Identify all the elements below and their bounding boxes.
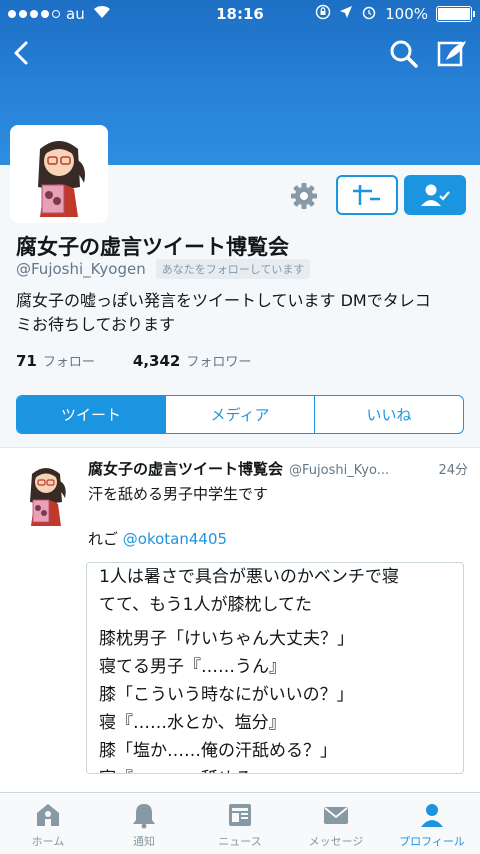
fujoshi-character-illustration bbox=[30, 468, 66, 526]
nav-messages[interactable]: メッセージ bbox=[288, 793, 384, 854]
followers-count-value: 4,342 bbox=[132, 352, 181, 370]
quote-line: 膝「こういう時なにがいいの？」 bbox=[99, 685, 354, 705]
bell-icon bbox=[133, 804, 155, 829]
followers-count-label: フォロワー bbox=[186, 355, 252, 370]
nav-notifications[interactable]: 通知 bbox=[96, 793, 192, 854]
search-icon bbox=[390, 40, 418, 68]
quote-line: 寝『…………舐める』 bbox=[99, 765, 451, 773]
bio-line: 腐女子の嘘っぽい発言をツイートしています DMでタレコ bbox=[16, 291, 431, 310]
search-button[interactable] bbox=[384, 36, 424, 72]
tweet-avatar[interactable] bbox=[18, 460, 74, 528]
tweet-item[interactable]: 腐女子の虚言ツイート博覧会 @Fujoshi_Kyo... 24分 汗を舐める男… bbox=[0, 447, 480, 792]
following-count[interactable]: 71 フォロー bbox=[16, 351, 95, 370]
mention-link[interactable]: @okotan4405 bbox=[123, 530, 227, 548]
status-bar: au 18:16 100% bbox=[0, 0, 480, 28]
profile-handle: @Fujoshi_Kyogen bbox=[16, 260, 146, 278]
quote-line: 膝「塩か……俺の汗舐める？」 bbox=[99, 741, 337, 761]
tab-media[interactable]: メディア bbox=[166, 396, 315, 433]
following-button[interactable] bbox=[404, 175, 466, 215]
fujoshi-character-illustration bbox=[38, 141, 85, 217]
quote-line: 1人は暑さで具合が悪いのかベンチで寝 bbox=[99, 567, 399, 587]
tweet-credit: れご @okotan4405 bbox=[88, 528, 227, 549]
tweet-text: 汗を舐める男子中学生です bbox=[88, 485, 269, 503]
nav-label: ニュース bbox=[218, 835, 262, 848]
nav-label: プロフィール bbox=[399, 835, 465, 848]
profile-tabs: ツイート メディア いいね bbox=[16, 395, 464, 434]
status-time: 18:16 bbox=[216, 5, 264, 23]
battery-icon bbox=[436, 6, 475, 22]
follows-you-badge: あなたをフォローしています bbox=[155, 259, 311, 279]
back-button[interactable] bbox=[6, 36, 40, 70]
nav-home[interactable]: ホーム bbox=[0, 793, 96, 854]
tweet-timestamp: 24分 bbox=[438, 463, 468, 478]
battery-level-fill bbox=[438, 8, 470, 20]
tweet-image-attachment[interactable]: 1人は暑さで具合が悪いのかベンチで寝 てて、もう1人が膝枕してた 膝枕男子「けい… bbox=[86, 562, 464, 774]
credit-prefix: れご bbox=[88, 530, 123, 548]
bottom-tab-bar: ホーム 通知 ニュース メッセージ プロフィール bbox=[0, 792, 480, 854]
settings-button[interactable] bbox=[288, 180, 320, 212]
tab-tweets[interactable]: ツイート bbox=[17, 396, 166, 433]
tweet-author-handle: @Fujoshi_Kyo... bbox=[289, 463, 390, 478]
nav-label: 通知 bbox=[133, 835, 155, 848]
person-check-icon bbox=[421, 184, 450, 206]
followers-count[interactable]: 4,342 フォロワー bbox=[133, 351, 251, 370]
compose-icon bbox=[437, 41, 466, 67]
bio-line: ミお待ちしております bbox=[16, 315, 176, 334]
nav-label: メッセージ bbox=[308, 835, 364, 848]
person-icon bbox=[421, 804, 443, 827]
mail-icon bbox=[324, 807, 348, 824]
gear-icon bbox=[291, 183, 317, 209]
tweet-author-name[interactable]: 腐女子の虚言ツイート博覧会 bbox=[88, 458, 283, 479]
quote-line: 寝『……水とか、塩分』 bbox=[99, 713, 286, 733]
news-icon bbox=[229, 804, 251, 826]
quote-line: てて、もう1人が膝枕してた bbox=[99, 595, 312, 615]
add-to-list-icon bbox=[353, 185, 380, 205]
following-count-label: フォロー bbox=[42, 355, 95, 370]
chevron-left-icon bbox=[14, 41, 28, 65]
nav-news[interactable]: ニュース bbox=[192, 793, 288, 854]
profile-bio: 腐女子の嘘っぽい発言をツイートしています DMでタレコ ミお待ちしております bbox=[16, 289, 466, 337]
profile-avatar[interactable] bbox=[10, 125, 108, 223]
add-to-list-button[interactable] bbox=[336, 175, 398, 215]
quote-line: 膝枕男子「けいちゃん大丈夫？」 bbox=[99, 629, 354, 649]
quote-line: 寝てる男子『……うん』 bbox=[99, 657, 286, 677]
nav-label: ホーム bbox=[31, 835, 65, 848]
tab-likes[interactable]: いいね bbox=[315, 396, 463, 433]
following-count-value: 71 bbox=[16, 352, 37, 370]
profile-name: 腐女子の虚言ツイート博覧会 bbox=[16, 235, 289, 259]
compose-tweet-button[interactable] bbox=[432, 36, 472, 72]
home-icon bbox=[37, 804, 59, 826]
nav-profile[interactable]: プロフィール bbox=[384, 793, 480, 854]
